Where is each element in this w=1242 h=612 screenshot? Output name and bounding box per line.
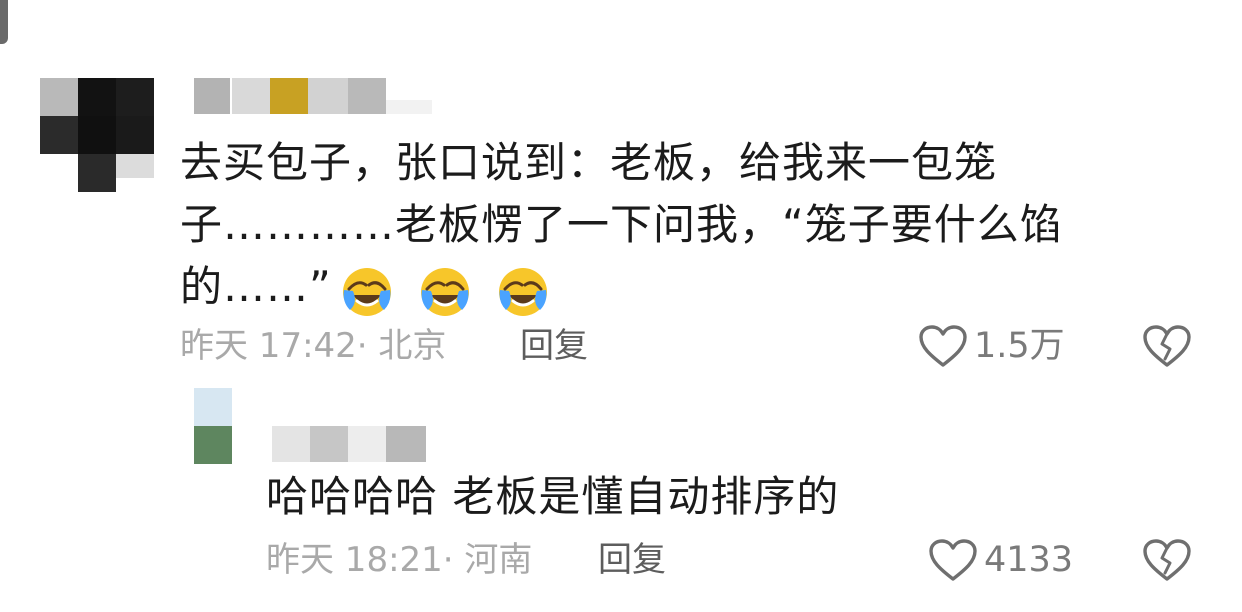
like-button[interactable]: 1.5万 [918, 324, 1065, 368]
like-count: 4133 [984, 540, 1074, 580]
comment-line: 子…………老板愣了一下问我，“笼子要什么馅 [180, 200, 1063, 249]
broken-heart-icon[interactable] [1142, 324, 1192, 368]
reply-button[interactable]: 回复 [598, 540, 666, 580]
heart-icon [919, 325, 967, 367]
edge-mark [0, 0, 8, 44]
reply-text: 哈哈哈哈 老板是懂自动排序的 [266, 472, 840, 521]
face-with-tears-of-joy-icon [342, 268, 391, 316]
heart-icon [929, 539, 977, 581]
comment-line: 的……” [180, 256, 1063, 321]
face-with-tears-of-joy-icon [421, 268, 470, 316]
reply-meta: 昨天 18:21· 河南 [266, 540, 533, 580]
face-with-tears-of-joy-icon [499, 268, 548, 316]
broken-heart-icon[interactable] [1142, 538, 1192, 582]
comment-text: 去买包子，张口说到：老板，给我来一包笼 子…………老板愣了一下问我，“笼子要什么… [180, 132, 1063, 321]
emoji-row [340, 259, 561, 321]
like-count: 1.5万 [974, 326, 1065, 366]
reply-button[interactable]: 回复 [520, 326, 588, 366]
like-button[interactable]: 4133 [928, 538, 1073, 582]
comment-line: 去买包子，张口说到：老板，给我来一包笼 [180, 138, 998, 187]
comment-meta: 昨天 17:42· 北京 [180, 326, 447, 366]
